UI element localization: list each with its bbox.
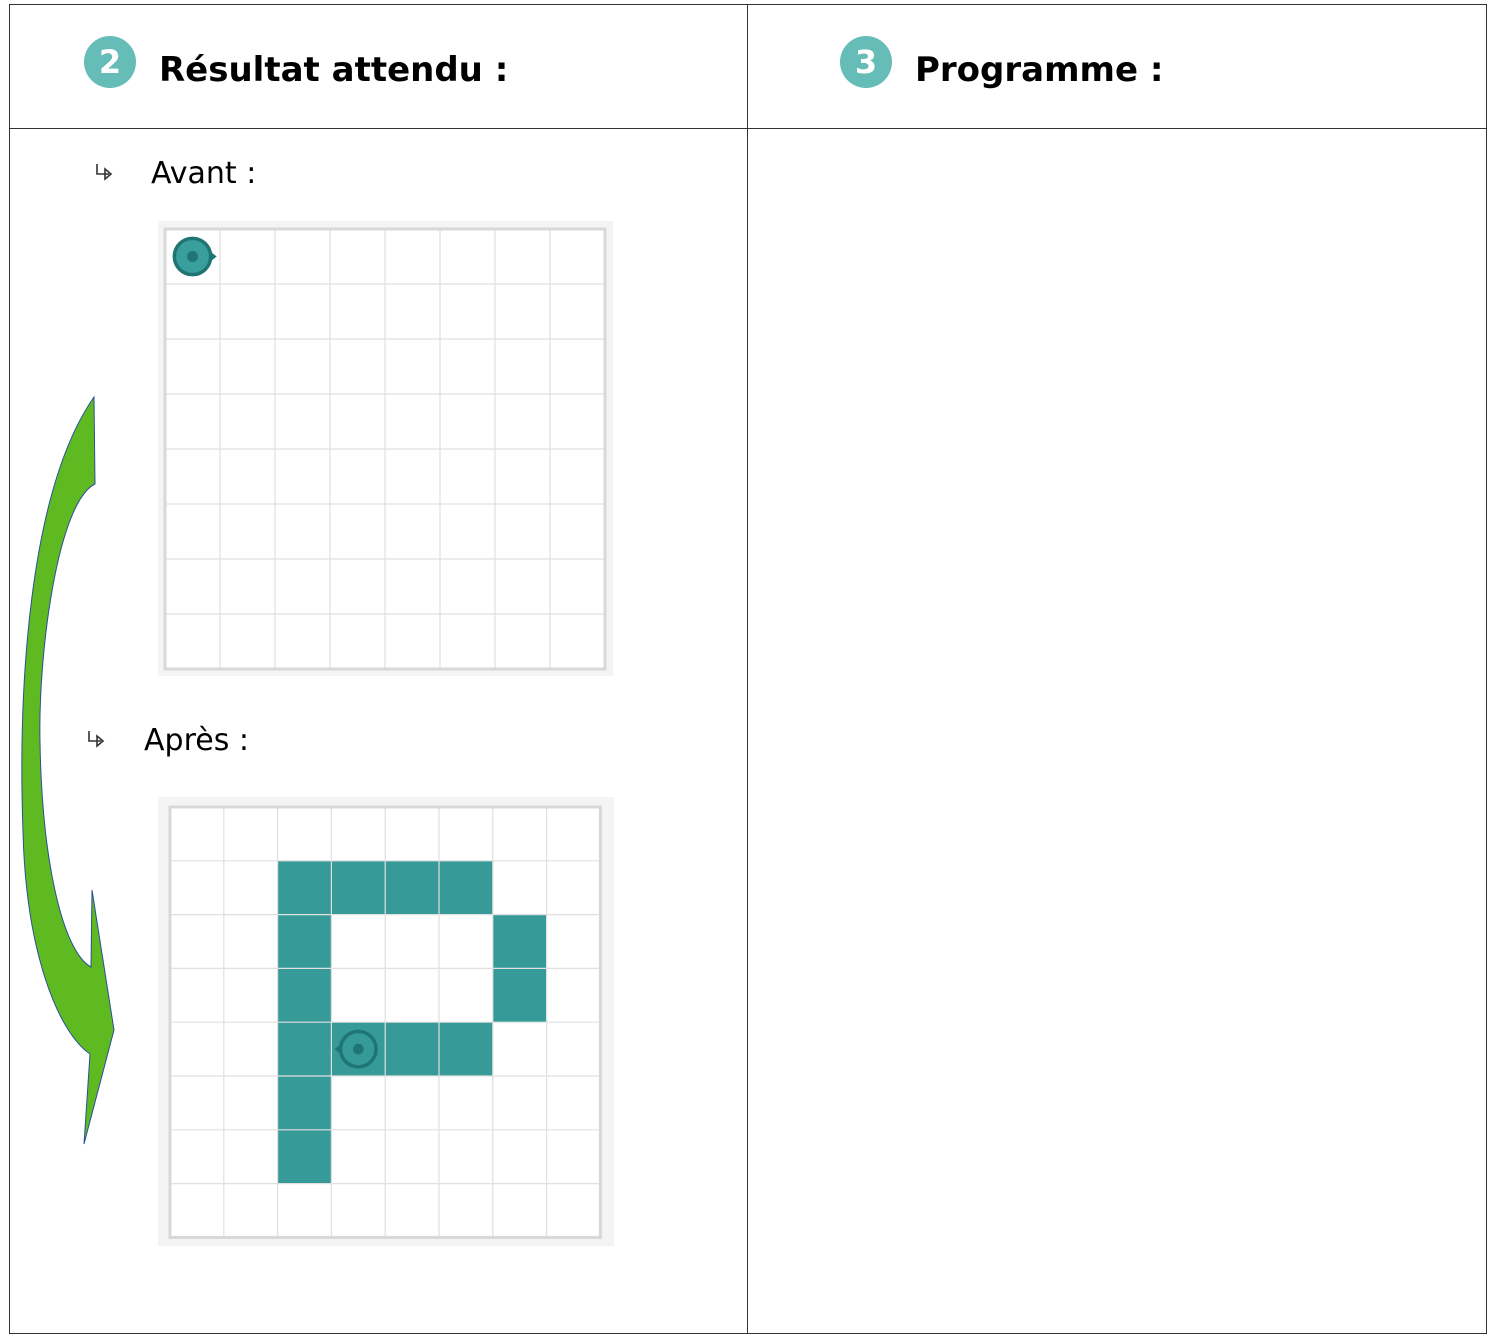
curved-down-arrow-icon <box>21 395 115 1145</box>
filled-cell <box>277 968 332 1023</box>
arrow-curved-right-icon <box>92 161 118 194</box>
step-badge-2: 2 <box>84 36 136 88</box>
robot-eye <box>352 1043 364 1055</box>
filled-cell <box>385 860 439 915</box>
step-badge-3: 3 <box>840 36 892 88</box>
filled-cell <box>277 914 332 969</box>
after-label: Après : <box>144 723 249 758</box>
filled-cell <box>277 1129 332 1184</box>
filled-cell <box>439 1022 493 1076</box>
expected-result-title: Résultat attendu : <box>159 50 509 90</box>
column-divider <box>747 4 748 1334</box>
header-divider <box>9 128 1487 129</box>
filled-cell <box>492 914 547 969</box>
robot-eye <box>187 251 198 262</box>
filled-cell <box>439 860 493 915</box>
filled-cell <box>277 1076 332 1130</box>
before-label: Avant : <box>151 156 257 191</box>
filled-cell <box>331 860 386 915</box>
filled-cell <box>492 968 547 1023</box>
grid-after <box>158 797 614 1246</box>
filled-cell <box>385 1022 439 1076</box>
program-area <box>760 140 1470 1310</box>
program-title: Programme : <box>915 50 1164 90</box>
filled-cell <box>277 1022 332 1076</box>
grid-before <box>158 221 613 676</box>
filled-cell <box>277 860 332 915</box>
